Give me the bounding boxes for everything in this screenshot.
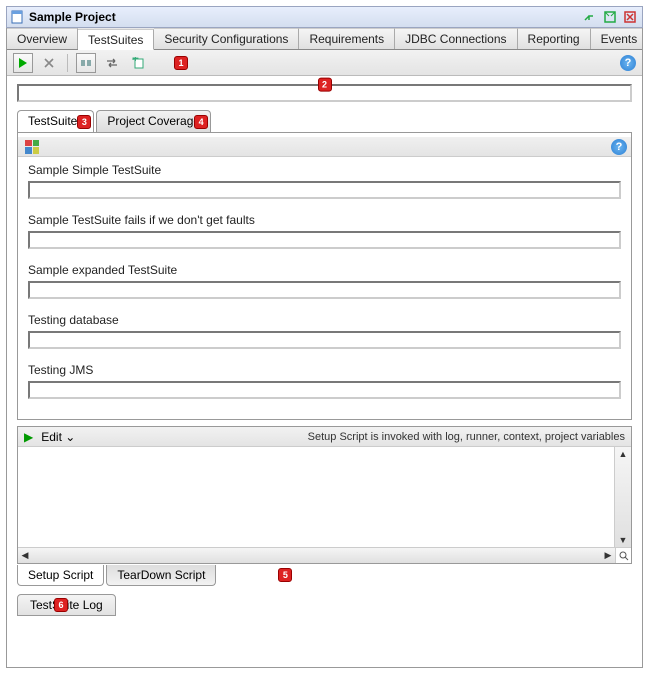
tab-jdbc-connections[interactable]: JDBC Connections — [395, 28, 517, 49]
testsuites-toolbar: + 1 ? — [7, 50, 642, 76]
list-item[interactable]: Testing JMS — [28, 363, 621, 399]
tab-requirements[interactable]: Requirements — [299, 28, 395, 49]
tab-events[interactable]: Events — [591, 28, 643, 49]
subtab-testsuites[interactable]: TestSuites 3 — [17, 110, 94, 132]
suite-label: Testing database — [28, 313, 621, 327]
restore-down-icon[interactable] — [582, 9, 598, 25]
suite-label: Sample Simple TestSuite — [28, 163, 621, 177]
help-icon[interactable]: ? — [611, 139, 627, 155]
suite-progress-bar — [28, 331, 621, 349]
close-icon[interactable] — [622, 9, 638, 25]
subtab-label: Project Coverage — [107, 114, 200, 128]
cancel-button[interactable] — [39, 53, 59, 73]
callout-2: 2 — [318, 78, 332, 92]
overall-progress-row: 2 — [7, 76, 642, 110]
tab-security-configurations[interactable]: Security Configurations — [154, 28, 299, 49]
run-mode-button[interactable] — [76, 53, 96, 73]
overall-progress-bar: 2 — [17, 84, 632, 102]
script-description: Setup Script is invoked with log, runner… — [308, 431, 625, 443]
new-testsuite-button[interactable]: + — [128, 53, 148, 73]
suite-label: Sample expanded TestSuite — [28, 263, 621, 277]
window-title: Sample Project — [29, 10, 582, 24]
script-editor[interactable] — [18, 447, 615, 547]
callout-1: 1 — [174, 56, 188, 70]
toolbar-separator — [67, 54, 68, 72]
scroll-right-icon[interactable]: ▶ — [601, 548, 615, 563]
window-titlebar: Sample Project — [6, 6, 643, 28]
list-item[interactable]: Sample Simple TestSuite — [28, 163, 621, 199]
edit-script-dropdown[interactable]: Edit ⌄ — [41, 430, 75, 444]
subtab-strip: TestSuites 3 Project Coverage 4 — [17, 110, 632, 132]
suite-list-toolbar: ? — [18, 137, 631, 157]
run-button[interactable] — [13, 53, 33, 73]
callout-4: 4 — [194, 115, 208, 129]
scroll-down-icon[interactable]: ▼ — [615, 533, 631, 547]
script-tabstrip: Setup Script TearDown Script 5 — [17, 564, 632, 586]
run-script-button[interactable]: ▶ — [24, 430, 33, 444]
suite-progress-bar — [28, 281, 621, 299]
tab-testsuites[interactable]: TestSuites — [78, 29, 154, 50]
zoom-icon[interactable] — [615, 548, 631, 563]
suite-progress-bar — [28, 381, 621, 399]
list-item[interactable]: Testing database — [28, 313, 621, 349]
horizontal-scrollbar[interactable]: ◀ ▶ — [18, 548, 615, 563]
suite-label: Sample TestSuite fails if we don't get f… — [28, 213, 621, 227]
tab-setup-script[interactable]: Setup Script — [17, 565, 104, 586]
tab-testsuite-log[interactable]: TestSuite Log 6 — [17, 594, 116, 616]
suite-label: Testing JMS — [28, 363, 621, 377]
main-tabstrip: Overview TestSuites Security Configurati… — [7, 28, 642, 50]
tab-overview[interactable]: Overview — [7, 28, 78, 49]
suite-list: Sample Simple TestSuite Sample TestSuite… — [18, 157, 631, 415]
callout-3: 3 — [77, 115, 91, 129]
footer-tabstrip: TestSuite Log 6 — [17, 594, 632, 616]
callout-6: 6 — [54, 598, 68, 612]
suite-progress-bar — [28, 181, 621, 199]
svg-text:+: + — [132, 57, 139, 65]
tab-reporting[interactable]: Reporting — [518, 28, 591, 49]
subtab-label: TestSuites — [28, 114, 83, 128]
loop-button[interactable] — [102, 53, 122, 73]
grid-view-icon[interactable] — [22, 137, 42, 157]
script-toolbar: ▶ Edit ⌄ Setup Script is invoked with lo… — [18, 427, 631, 447]
maximize-icon[interactable] — [602, 9, 618, 25]
vertical-scrollbar[interactable]: ▲ ▼ — [615, 447, 631, 547]
project-icon — [11, 10, 25, 24]
scroll-up-icon[interactable]: ▲ — [615, 447, 631, 461]
suite-progress-bar — [28, 231, 621, 249]
tab-teardown-script[interactable]: TearDown Script — [106, 565, 216, 586]
scroll-left-icon[interactable]: ◀ — [18, 548, 32, 563]
list-item[interactable]: Sample TestSuite fails if we don't get f… — [28, 213, 621, 249]
subtab-project-coverage[interactable]: Project Coverage 4 — [96, 110, 211, 132]
help-icon[interactable]: ? — [620, 55, 636, 71]
script-panel: ▶ Edit ⌄ Setup Script is invoked with lo… — [17, 426, 632, 564]
list-item[interactable]: Sample expanded TestSuite — [28, 263, 621, 299]
callout-5: 5 — [278, 568, 292, 582]
